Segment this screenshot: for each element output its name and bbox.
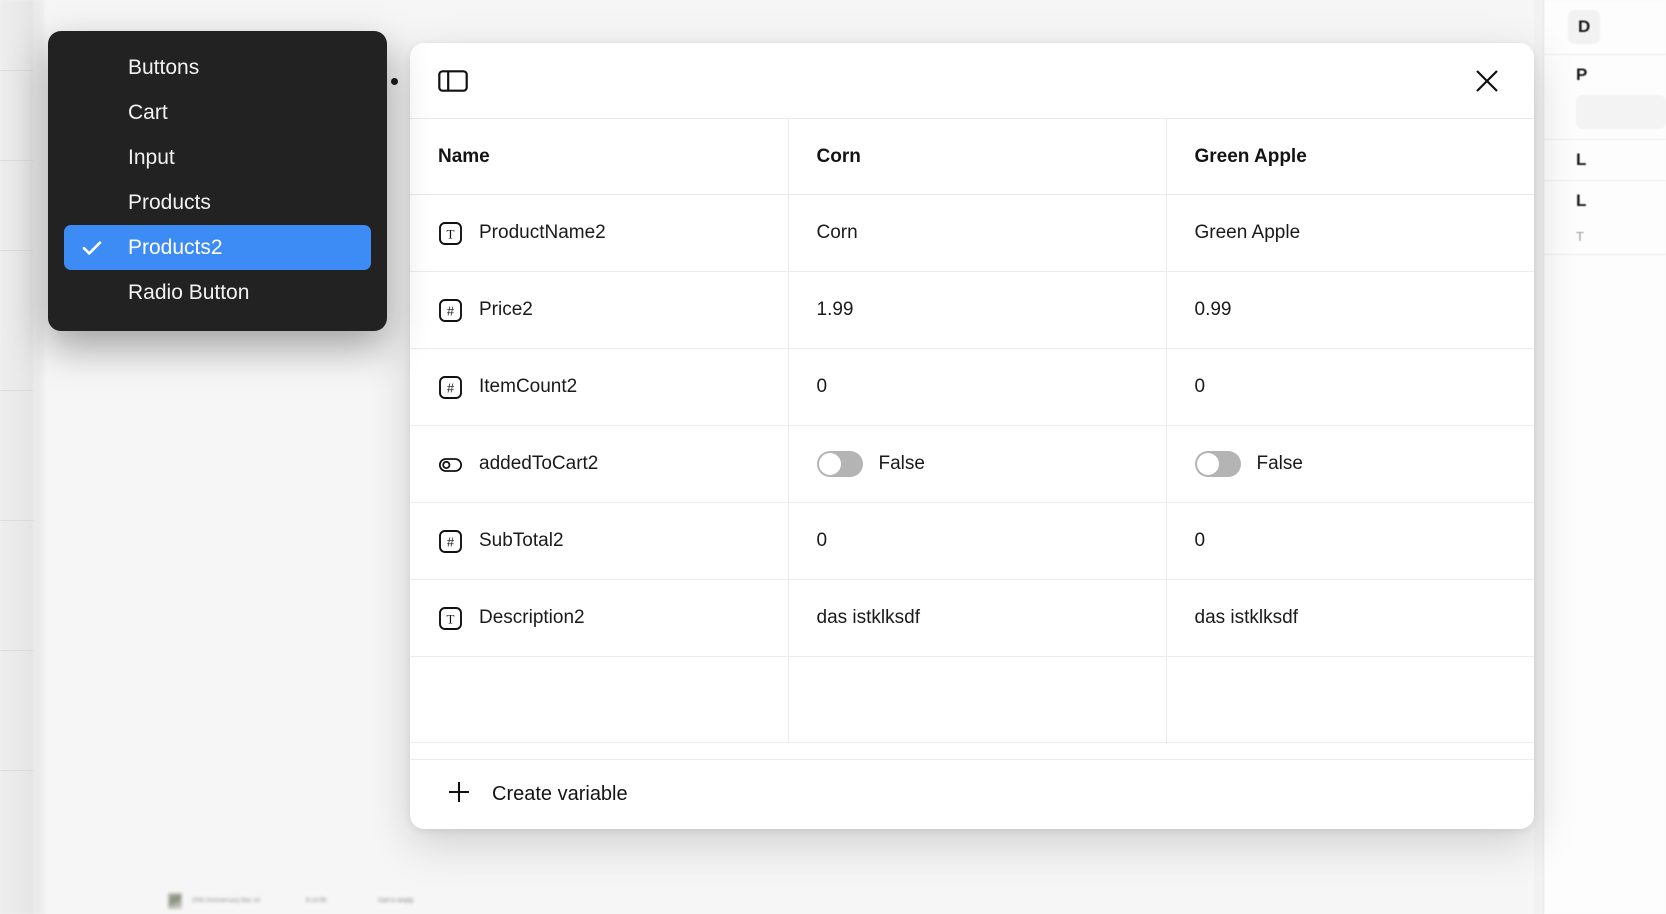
menu-item-label: Products <box>128 190 211 214</box>
number-type-icon: # <box>438 375 463 400</box>
inspector-label-4: L <box>1576 191 1587 210</box>
selection-dot <box>391 78 398 85</box>
menu-item-input[interactable]: Input <box>64 135 371 180</box>
text-type-icon: T <box>438 221 463 246</box>
menu-item-cart[interactable]: Cart <box>64 90 371 135</box>
cell-corn[interactable]: 0 <box>788 502 1167 580</box>
cell-green-apple[interactable]: das istklksdf <box>1166 579 1534 657</box>
menu-item-products[interactable]: Products <box>64 180 371 225</box>
table-row[interactable]: # SubTotal2 0 0 <box>410 502 1534 580</box>
variable-name: Price2 <box>479 299 533 320</box>
svg-text:#: # <box>447 380 455 395</box>
variables-table: Name Corn Green Apple T ProductName2 Cor… <box>410 118 1534 743</box>
inspector-section-1: D <box>1544 0 1666 55</box>
table-row[interactable]: # Price2 1.99 0.99 <box>410 271 1534 349</box>
menu-item-radio-button[interactable]: Radio Button <box>64 270 371 315</box>
column-header-corn[interactable]: Corn <box>788 118 1167 195</box>
inspector-label-2: P <box>1576 65 1588 84</box>
menu-item-label: Products2 <box>128 235 223 259</box>
variable-name: addedToCart2 <box>479 453 599 474</box>
toggle-switch-green-apple[interactable] <box>1194 451 1241 477</box>
inspector-section-4: L T <box>1544 181 1666 255</box>
cell-green-apple[interactable]: False <box>1166 425 1534 503</box>
cell-green-apple[interactable]: 0 <box>1166 348 1534 426</box>
menu-item-label: Input <box>128 145 175 169</box>
column-header-name[interactable]: Name <box>410 118 789 195</box>
menu-item-label: Buttons <box>128 55 200 79</box>
screen: 20th Anniversary Bar oil $ 14.99 Cart is… <box>0 0 1666 914</box>
table-body: T ProductName2 Corn Green Apple # Price2… <box>410 194 1534 743</box>
inspector-section-2: P <box>1544 55 1666 140</box>
toggle-switch-corn[interactable] <box>816 451 863 477</box>
cell-corn[interactable]: 1.99 <box>788 271 1167 349</box>
create-variable-button[interactable]: Create variable <box>410 759 1534 829</box>
menu-item-label: Radio Button <box>128 280 250 304</box>
menu-item-products2[interactable]: Products2 <box>64 225 371 270</box>
product-price: $ 14.99 <box>306 898 327 904</box>
toggle-value-green-apple: False <box>1256 453 1303 474</box>
product-title: 20th Anniversary Bar oil <box>192 898 261 904</box>
svg-text:#: # <box>447 303 455 318</box>
inspector-label-5: T <box>1576 229 1584 244</box>
table-row[interactable]: T ProductName2 Corn Green Apple <box>410 194 1534 272</box>
table-row[interactable]: T Description2 das istklksdf das istklks… <box>410 579 1534 657</box>
cell-green-apple[interactable]: Green Apple <box>1166 194 1534 272</box>
cart-status: Cart is empty <box>378 898 414 904</box>
inspector-panel: D P L L T <box>1543 0 1666 914</box>
variables-modal: Name Corn Green Apple T ProductName2 Cor… <box>410 43 1534 829</box>
svg-text:T: T <box>447 611 455 626</box>
number-type-icon: # <box>438 529 463 554</box>
variable-name: ProductName2 <box>479 222 606 243</box>
text-type-icon: T <box>438 606 463 631</box>
svg-text:T: T <box>447 226 455 241</box>
create-variable-label: Create variable <box>492 783 628 805</box>
cell-corn[interactable]: das istklksdf <box>788 579 1167 657</box>
check-icon <box>82 240 110 256</box>
cell-corn[interactable]: 0 <box>788 348 1167 426</box>
variables-table-wrap: Name Corn Green Apple T ProductName2 Cor… <box>410 118 1534 759</box>
table-row[interactable]: # ItemCount2 0 0 <box>410 348 1534 426</box>
inspector-label-3: L <box>1576 150 1587 169</box>
plus-icon <box>446 779 472 810</box>
number-type-icon: # <box>438 298 463 323</box>
inspector-chip-1: D <box>1568 10 1601 44</box>
product-thumbnail <box>168 893 182 909</box>
table-empty-row <box>410 656 1534 743</box>
variable-name: Description2 <box>479 607 585 628</box>
svg-text:#: # <box>447 534 455 549</box>
collection-dropdown-menu: Buttons Cart Input Products Products2 Ra… <box>48 31 387 331</box>
menu-item-label: Cart <box>128 100 168 124</box>
table-row[interactable]: addedToCart2 False False <box>410 425 1534 503</box>
menu-item-buttons[interactable]: Buttons <box>64 45 371 90</box>
cell-corn[interactable]: Corn <box>788 194 1167 272</box>
variable-name: ItemCount2 <box>479 376 578 397</box>
inspector-section-3: L <box>1544 140 1666 181</box>
inspector-field-2[interactable] <box>1576 95 1666 129</box>
boolean-type-icon <box>438 452 463 477</box>
cell-green-apple[interactable]: 0.99 <box>1166 271 1534 349</box>
toggle-value-corn: False <box>878 453 925 474</box>
variable-name: SubTotal2 <box>479 530 564 551</box>
modal-header <box>410 43 1534 118</box>
cell-corn[interactable]: False <box>788 425 1167 503</box>
left-rail <box>0 0 34 914</box>
product-strip: 20th Anniversary Bar oil $ 14.99 Cart is… <box>150 888 1150 914</box>
panel-layout-icon[interactable] <box>436 64 470 98</box>
table-header-row: Name Corn Green Apple <box>410 118 1534 195</box>
cell-green-apple[interactable]: 0 <box>1166 502 1534 580</box>
close-icon[interactable] <box>1470 64 1504 98</box>
column-header-green-apple[interactable]: Green Apple <box>1166 118 1534 195</box>
